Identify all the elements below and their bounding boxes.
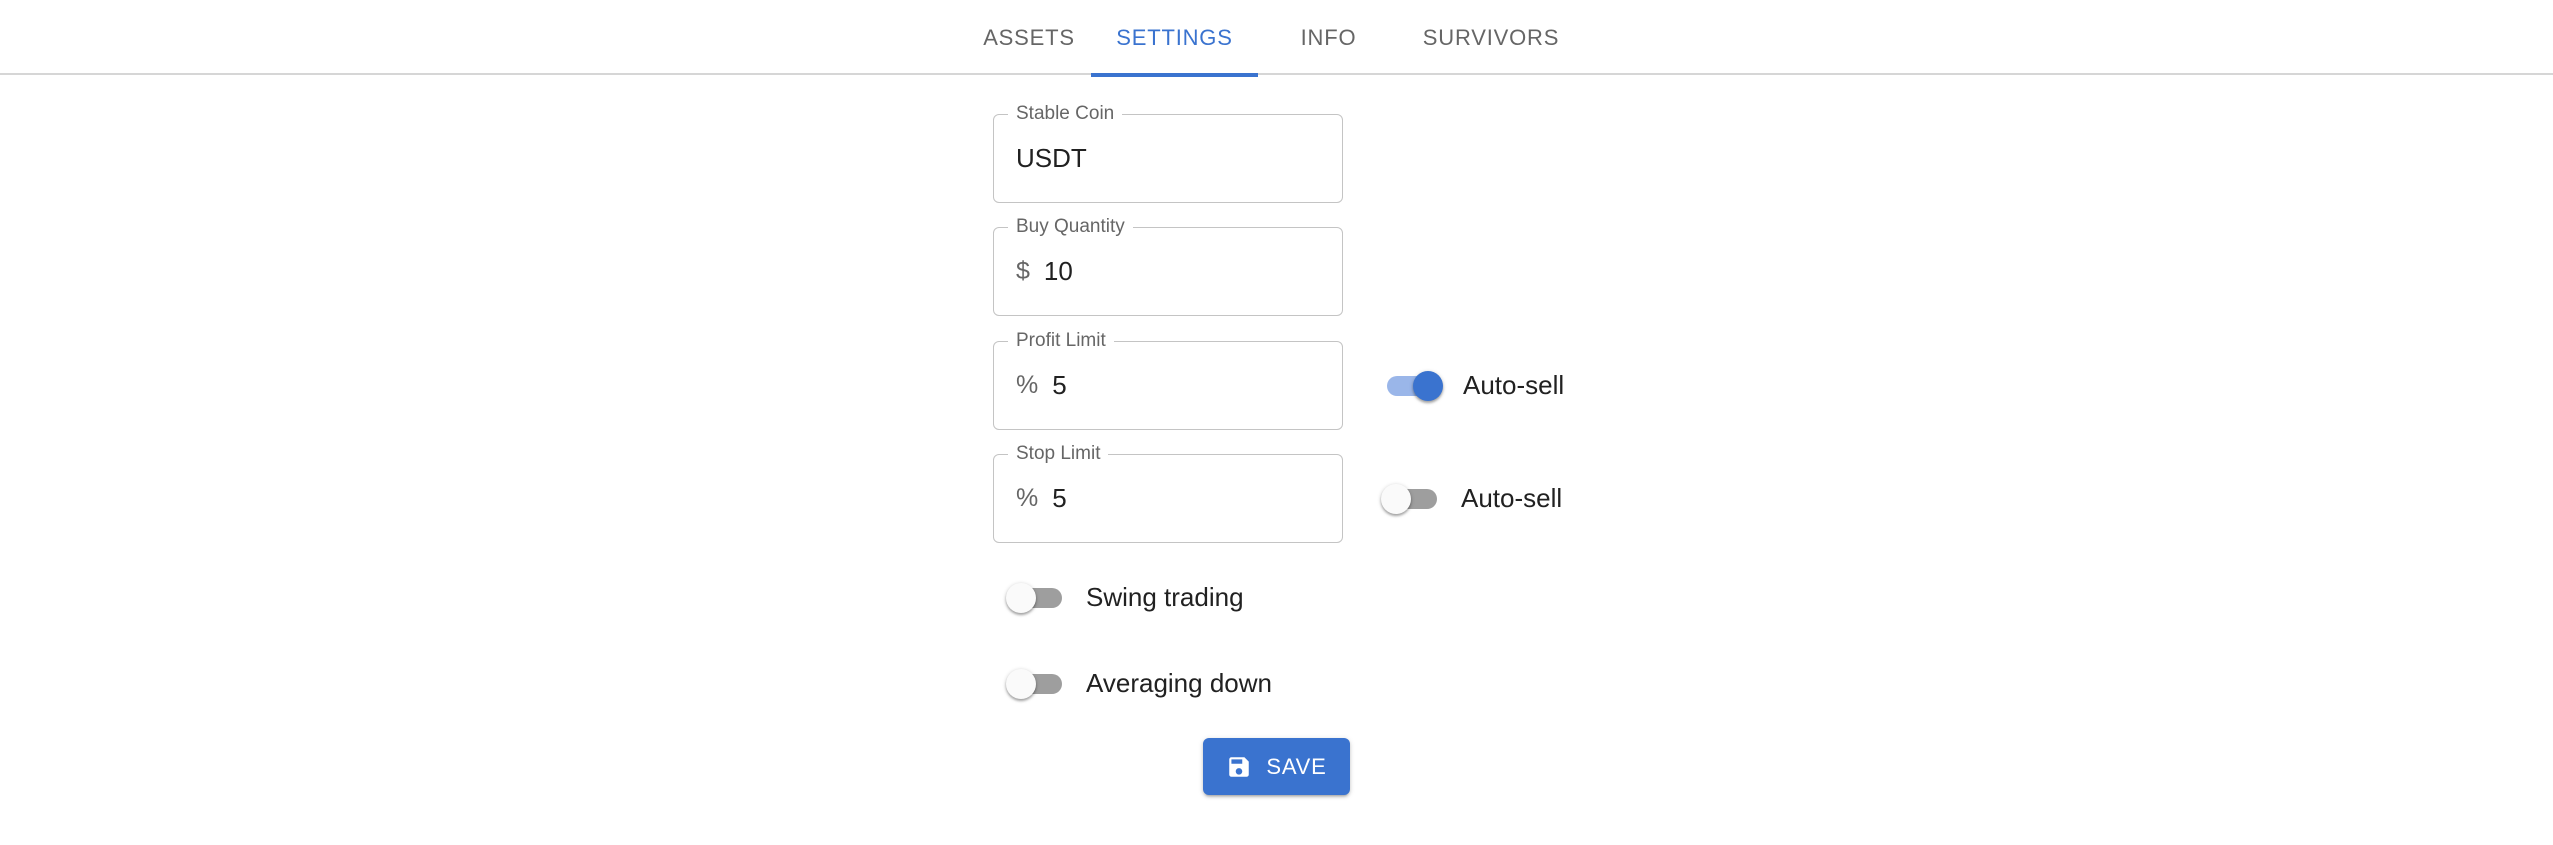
buy-quantity-input[interactable]: $ 10 xyxy=(1016,228,1073,314)
tab-settings[interactable]: SETTINGS xyxy=(1091,0,1258,77)
save-button-label: SAVE xyxy=(1266,753,1327,779)
dollar-adornment: $ xyxy=(1016,256,1030,285)
buy-quantity-field[interactable]: Buy Quantity $ 10 xyxy=(993,215,1343,316)
stable-coin-field[interactable]: Stable Coin USDT xyxy=(993,102,1343,203)
averaging-down-switch-row[interactable]: Averaging down xyxy=(1006,663,1272,703)
averaging-down-label: Averaging down xyxy=(1086,667,1272,698)
tab-bar: ASSETS SETTINGS INFO SURVIVORS xyxy=(0,0,2553,77)
tabs: ASSETS SETTINGS INFO SURVIVORS xyxy=(967,0,1583,77)
stop-limit-field[interactable]: Stop Limit % 5 xyxy=(993,442,1343,543)
profit-limit-input[interactable]: % 5 xyxy=(1016,342,1067,428)
stop-autosell-switch-row[interactable]: Auto-sell xyxy=(1381,478,1562,518)
tab-assets[interactable]: ASSETS xyxy=(967,0,1091,75)
percent-adornment: % xyxy=(1016,370,1039,399)
profit-limit-value[interactable]: 5 xyxy=(1052,370,1066,401)
stop-autosell-toggle[interactable] xyxy=(1381,478,1441,518)
profit-limit-field[interactable]: Profit Limit % 5 xyxy=(993,329,1343,430)
stable-coin-input[interactable]: USDT xyxy=(1016,115,1087,201)
save-icon xyxy=(1229,756,1250,777)
profit-autosell-label: Auto-sell xyxy=(1463,369,1565,400)
stop-limit-value[interactable]: 5 xyxy=(1052,483,1066,514)
switch-thumb[interactable] xyxy=(1413,371,1443,401)
swing-trading-toggle[interactable] xyxy=(1006,577,1066,617)
averaging-down-toggle[interactable] xyxy=(1006,663,1066,703)
switch-thumb[interactable] xyxy=(1381,484,1411,514)
tab-info[interactable]: INFO xyxy=(1258,0,1399,75)
tab-survivors[interactable]: SURVIVORS xyxy=(1399,0,1583,75)
swing-trading-switch-row[interactable]: Swing trading xyxy=(1006,577,1244,617)
stop-limit-input[interactable]: % 5 xyxy=(1016,455,1067,541)
profit-autosell-toggle[interactable] xyxy=(1383,365,1443,405)
swing-trading-label: Swing trading xyxy=(1086,581,1244,612)
stable-coin-value[interactable]: USDT xyxy=(1016,143,1087,174)
save-button[interactable]: SAVE xyxy=(1203,738,1350,795)
buy-quantity-value[interactable]: 10 xyxy=(1044,256,1073,287)
percent-adornment: % xyxy=(1016,483,1039,512)
stop-autosell-label: Auto-sell xyxy=(1461,482,1563,513)
profit-autosell-switch-row[interactable]: Auto-sell xyxy=(1383,365,1564,405)
switch-thumb[interactable] xyxy=(1006,669,1036,699)
switch-thumb[interactable] xyxy=(1006,583,1036,613)
